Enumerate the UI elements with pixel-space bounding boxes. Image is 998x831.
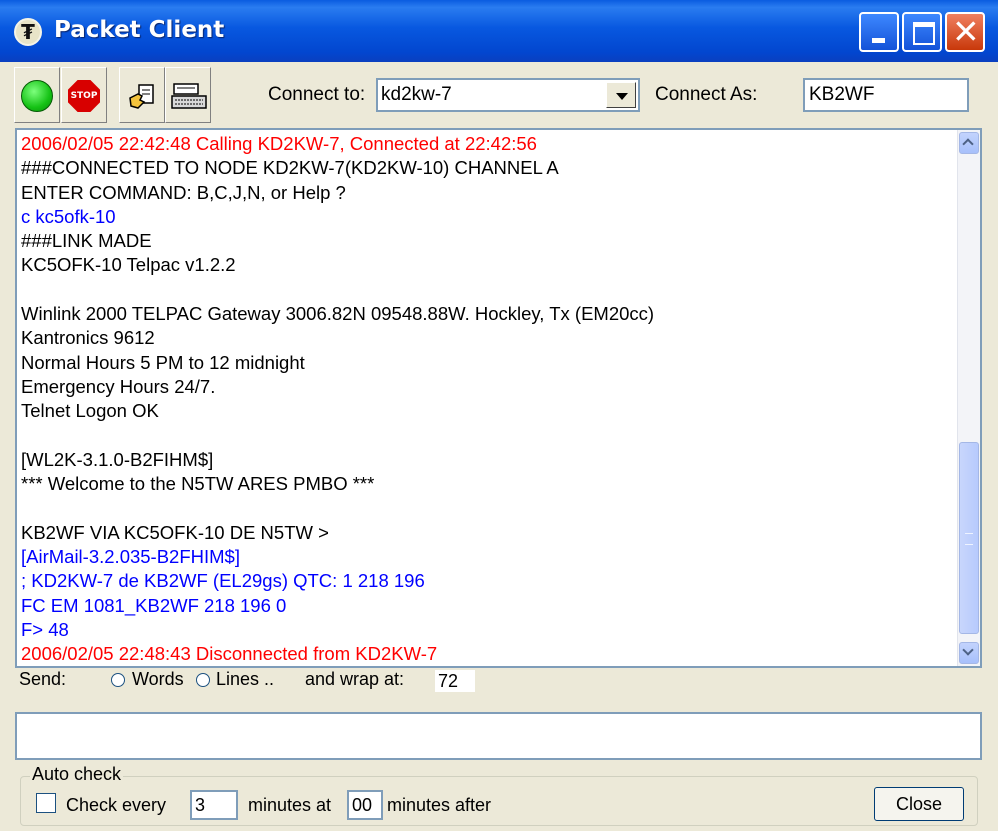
- connect-to-label: Connect to:: [268, 84, 366, 105]
- terminal-line: KB2WF VIA KC5OFK-10 DE N5TW >: [21, 521, 329, 543]
- chevron-down-icon[interactable]: [606, 82, 636, 108]
- title-bar[interactable]: ₮ Packet Client ✕: [0, 0, 998, 62]
- wrap-at-input[interactable]: 72: [435, 670, 475, 692]
- terminal-line: KC5OFK-10 Telpac v1.2.2: [21, 254, 236, 276]
- close-button[interactable]: Close: [874, 787, 964, 821]
- terminal-line: ENTER COMMAND: B,C,J,N, or Help ?: [21, 181, 346, 203]
- connect-button[interactable]: [14, 67, 60, 123]
- send-label: Send:: [19, 669, 67, 689]
- terminal-line: Kantronics 9612: [21, 327, 155, 349]
- terminal-line: *** Welcome to the N5TW ARES PMBO ***: [21, 473, 375, 495]
- terminal-line: [AirMail-3.2.035-B2FHIM$]: [21, 546, 240, 568]
- scrollbar-thumb[interactable]: [959, 442, 979, 634]
- green-circle-icon: [21, 80, 53, 112]
- words-label: Words: [132, 669, 184, 689]
- terminal-line: Winlink 2000 TELPAC Gateway 3006.82N 095…: [21, 303, 655, 325]
- hand-document-icon: [129, 84, 154, 109]
- terminal-output[interactable]: 2006/02/05 22:42:48 Calling KD2KW-7, Con…: [15, 128, 982, 668]
- lines-radio[interactable]: [196, 673, 210, 687]
- send-options-bar: Send: Words Lines .. and wrap at: 72: [15, 668, 482, 694]
- check-every-checkbox[interactable]: [36, 793, 56, 813]
- stop-sign-icon: STOP: [68, 80, 100, 112]
- terminal-line: 2006/02/05 22:48:43 Disconnected from KD…: [21, 643, 438, 665]
- terminal-line: F> 48: [21, 618, 69, 640]
- close-icon: ✕: [952, 12, 980, 51]
- packet-client-app-icon[interactable]: ₮: [14, 18, 42, 46]
- check-every-label: Check every: [66, 795, 167, 815]
- connect-as-value: KB2WF: [809, 84, 875, 105]
- scroll-up-arrow-icon[interactable]: [959, 132, 979, 154]
- minutes-after-label: minutes after: [387, 795, 492, 815]
- minutes-at-label: minutes at: [248, 795, 332, 815]
- check-every-minutes-input[interactable]: 3: [190, 790, 238, 820]
- connect-to-value: kd2kw-7: [381, 84, 452, 105]
- keyboard-icon: [171, 83, 207, 109]
- connect-as-input[interactable]: KB2WF: [803, 78, 969, 112]
- lines-label: Lines ..: [216, 669, 280, 689]
- minimize-icon: [872, 38, 885, 43]
- auto-check-legend: Auto check: [30, 764, 124, 785]
- send-file-button[interactable]: [119, 67, 165, 123]
- keyboard-button[interactable]: [165, 67, 211, 123]
- minutes-at-input[interactable]: 00: [347, 790, 383, 820]
- terminal-line: ###LINK MADE: [21, 230, 152, 252]
- send-text-input[interactable]: [15, 712, 982, 760]
- terminal-line: ; KD2KW-7 de KB2WF (EL29gs) QTC: 1 218 1…: [21, 570, 425, 592]
- vertical-scrollbar[interactable]: [957, 130, 980, 666]
- connect-to-combobox[interactable]: kd2kw-7: [376, 78, 640, 112]
- maximize-icon: [913, 22, 935, 45]
- scroll-down-arrow-icon[interactable]: [959, 642, 979, 664]
- maximize-button[interactable]: [902, 12, 942, 52]
- terminal-line: Emergency Hours 24/7.: [21, 375, 216, 397]
- packet-client-window: ₮ Packet Client ✕ STOP Connect to: Conne…: [0, 0, 998, 831]
- words-radio[interactable]: [111, 673, 125, 687]
- minimize-button[interactable]: [859, 12, 899, 52]
- terminal-line: Telnet Logon OK: [21, 400, 159, 422]
- terminal-line: ###CONNECTED TO NODE KD2KW-7(KD2KW-10) C…: [21, 157, 559, 179]
- terminal-line: 2006/02/05 22:42:48 Calling KD2KW-7, Con…: [21, 133, 537, 154]
- terminal-line: FC EM 1081_KB2WF 218 196 0: [21, 594, 287, 616]
- close-window-button[interactable]: ✕: [945, 12, 985, 52]
- connect-as-label: Connect As:: [655, 84, 758, 105]
- terminal-line: c kc5ofk-10: [21, 205, 116, 227]
- stop-button[interactable]: STOP: [61, 67, 107, 123]
- wrap-label: and wrap at:: [305, 669, 405, 689]
- terminal-line: [WL2K-3.1.0-B2FIHM$]: [21, 448, 214, 470]
- window-title: Packet Client: [54, 17, 225, 43]
- terminal-line: Normal Hours 5 PM to 12 midnight: [21, 351, 305, 373]
- terminal-lines: 2006/02/05 22:42:48 Calling KD2KW-7, Con…: [21, 132, 957, 666]
